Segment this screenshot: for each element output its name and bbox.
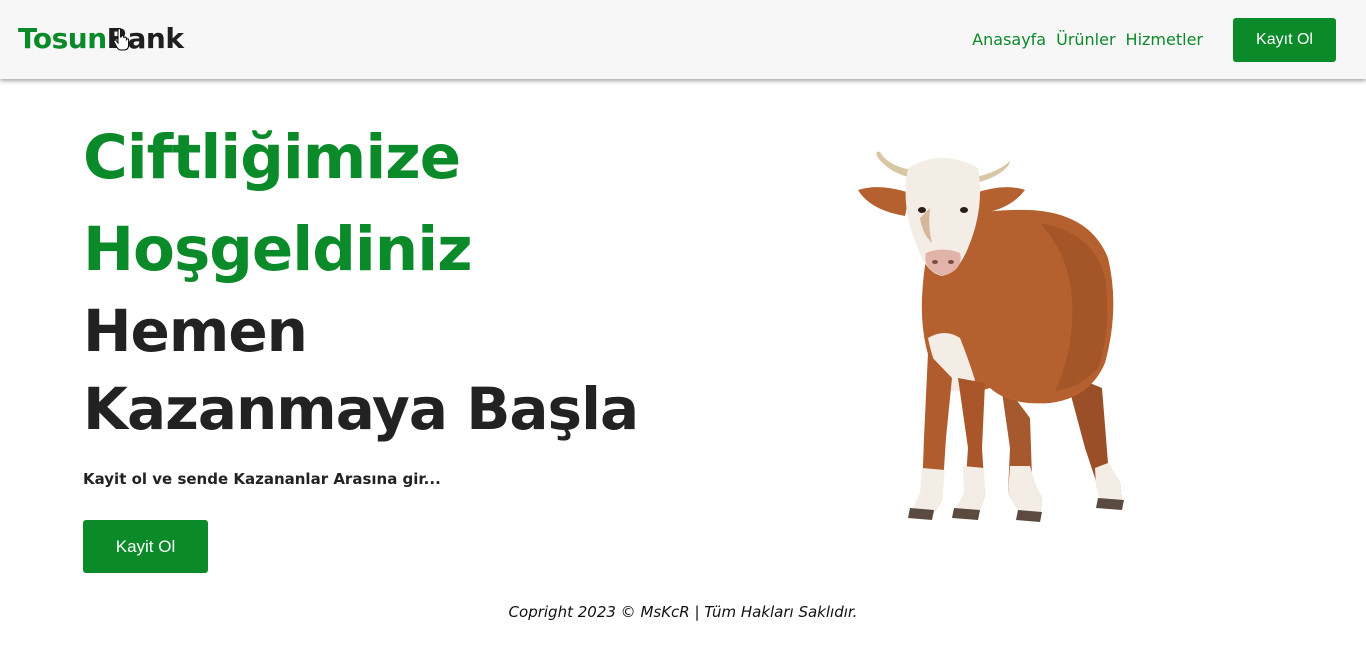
nav-link-anasayfa[interactable]: Anasayfa (972, 29, 1046, 51)
hero-title-line-2: Hoşgeldiniz (83, 214, 473, 285)
logo[interactable]: TosunBank (18, 20, 184, 58)
hand-cursor-icon (113, 28, 129, 51)
logo-part-1: Tosun (18, 22, 107, 55)
hero-register-button[interactable]: Kayit Ol (83, 520, 208, 573)
nav-links: Anasayfa Ürünler Hizmetler (972, 29, 1203, 51)
hero-subtitle: Kayit ol ve sende Kazananlar Arasına gir… (83, 470, 441, 488)
hero-title: Ciftliğimize Hoşgeldiniz Hemen Kazanmaya… (83, 110, 639, 448)
navbar-register-button[interactable]: Kayıt Ol (1233, 18, 1336, 62)
footer-copyright: Copright 2023 © MsKcR | Tüm Hakları Sakl… (508, 603, 858, 621)
hero-title-line-4: Kazanmaya Başla (83, 375, 639, 443)
navbar: TosunBank Anasayfa Ürünler Hizmetler Kay… (0, 0, 1366, 79)
hero-title-line-3: Hemen (83, 297, 308, 365)
cow-image (858, 151, 1124, 522)
hero-title-line-1: Ciftliğimize (83, 122, 461, 193)
nav-link-hizmetler[interactable]: Hizmetler (1126, 29, 1203, 51)
nav-link-urunler[interactable]: Ürünler (1056, 29, 1115, 51)
